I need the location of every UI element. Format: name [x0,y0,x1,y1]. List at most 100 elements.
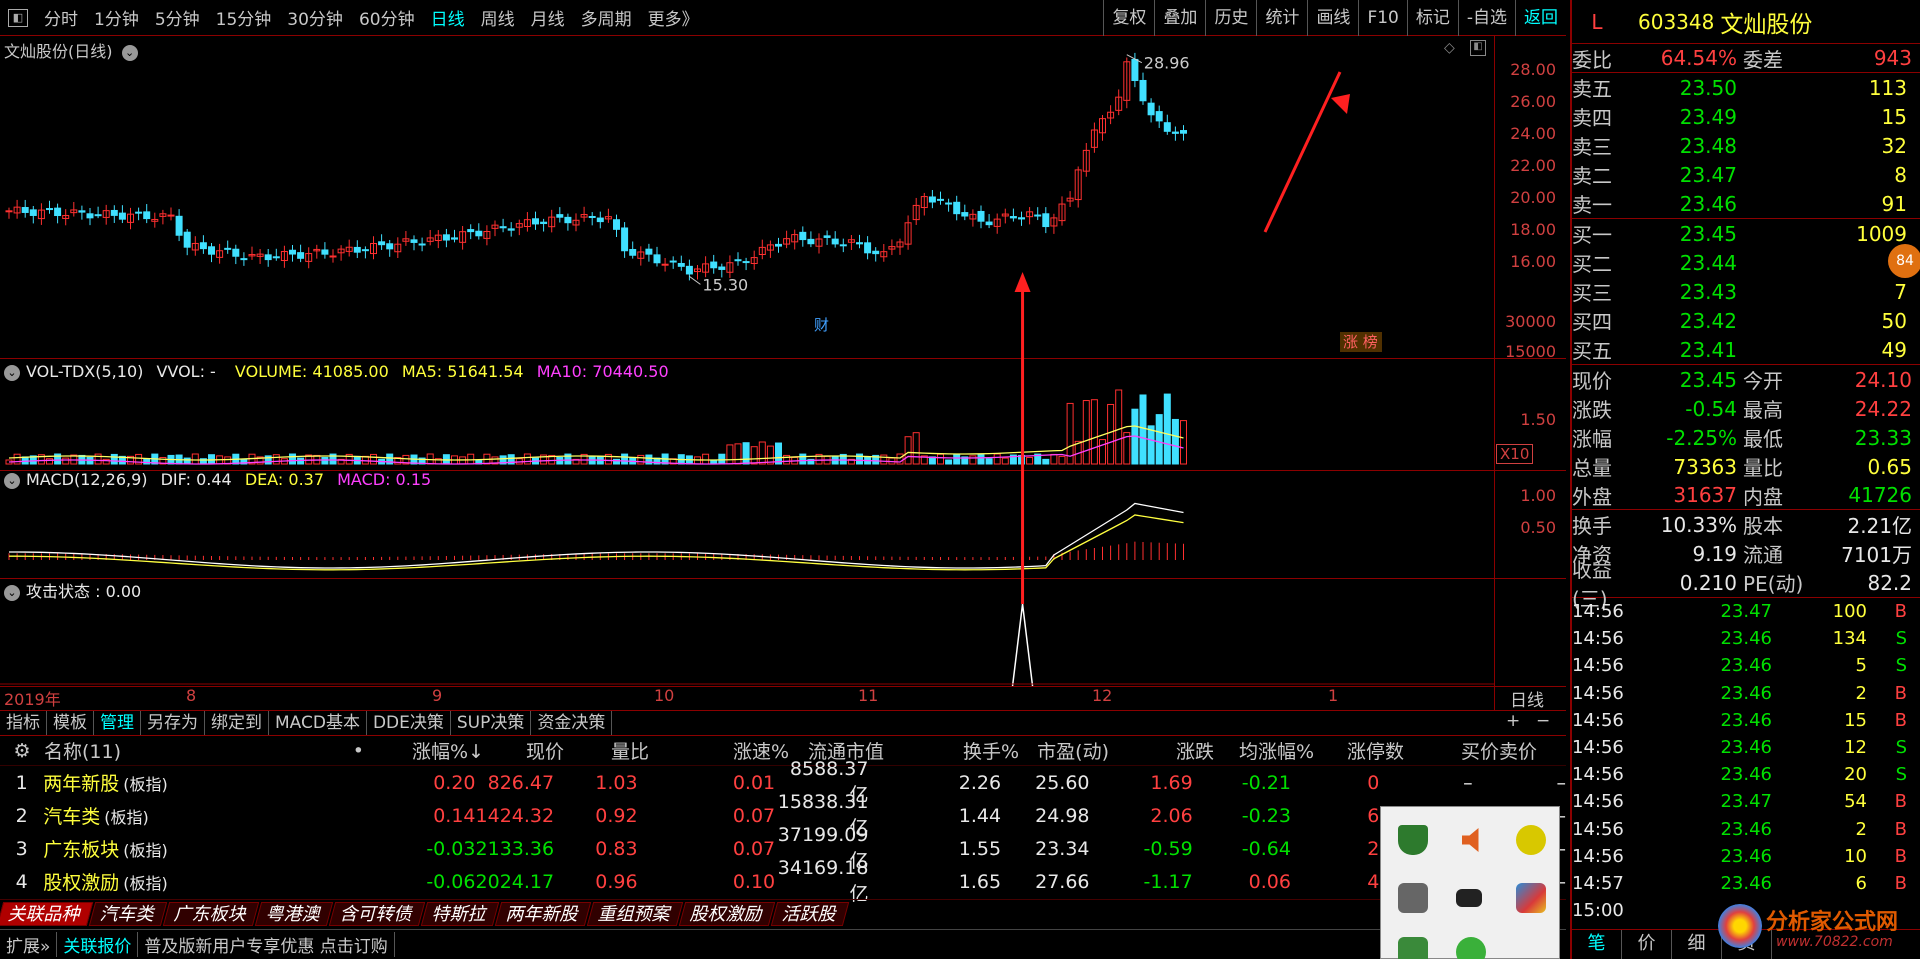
macd-name: MACD(12,26,9) [26,470,148,489]
settings-gear-icon[interactable]: ⚙ [0,740,44,762]
tick-row: 14:56 23.46 20 S [1572,761,1920,788]
period-3[interactable]: 15分钟 [208,5,280,30]
plus-button[interactable]: + [1506,711,1520,731]
column-header[interactable]: 量比 [564,737,649,764]
volume-bar [272,454,280,465]
cell-zt: 0 [1367,771,1380,794]
quote-level: 买二 23.441 [1572,248,1920,277]
indicator-tab-1[interactable]: 模板 [47,711,94,735]
volume-bar [1090,399,1098,465]
block-tab-8[interactable]: 股权激励 [678,901,776,926]
ma5-label: MA5: 51641.54 [401,362,524,381]
tool-button-1[interactable]: 叠加 [1154,0,1205,36]
candle-body [1163,122,1171,132]
stat-row: 涨幅 -2.25% 最低 23.33 [1572,423,1920,452]
indicator-tab-4[interactable]: 绑定到 [205,711,269,735]
column-header[interactable]: 现价 [484,737,564,764]
shield-icon[interactable] [1398,825,1428,855]
block-tab-9[interactable]: 活跃股 [770,901,850,926]
column-header[interactable]: 均涨幅% [1214,737,1314,764]
table-row[interactable]: 4 股权激励 (板指) -0.06 2024.17 0.96 0.10 34169.18亿 1.… [0,857,1566,905]
volume-label: VOLUME: 41085.00 [234,362,389,381]
chevron-down-icon[interactable]: ⌄ [4,584,20,601]
column-header[interactable]: 市盈(动) [1019,737,1109,764]
column-header[interactable]: 涨幅%↓ [364,737,484,764]
column-header[interactable]: 卖价 [1499,737,1537,764]
candle-body [718,266,726,270]
volume-bar [1155,414,1163,465]
tool-button-3[interactable]: 统计 [1256,0,1307,36]
indicator-tab-8[interactable]: 资金决策 [531,711,613,735]
block-tab-4[interactable]: 含可转债 [328,901,426,926]
block-tab-6[interactable]: 两年新股 [494,901,592,926]
period-0[interactable]: 分时 [36,5,86,30]
period-6[interactable]: 日线 [423,5,473,30]
period-2[interactable]: 5分钟 [147,5,208,30]
block-tab-1[interactable]: 汽车类 [88,901,168,926]
block-tab-7[interactable]: 重组预案 [586,901,684,926]
tick-direction: S [1895,628,1907,650]
status-item-0[interactable]: 扩展» [0,932,58,957]
volume-bar [1050,453,1058,465]
indicator-tab-6[interactable]: DDE决策 [367,711,451,735]
period-9[interactable]: 多周期 [573,5,640,30]
float-badge[interactable]: 84 [1888,244,1920,278]
indicator-tab-0[interactable]: 指标 [0,711,47,735]
quote-level: 买五 23.41 49 [1572,335,1920,364]
column-header[interactable]: 涨速% [649,737,789,764]
minus-button[interactable]: − [1536,711,1550,731]
quote-tab-0[interactable]: 笔 [1572,930,1622,959]
indicator-tab-3[interactable]: 另存为 [141,711,205,735]
tool-button-2[interactable]: 历史 [1205,0,1256,36]
chat-icon[interactable] [1456,937,1486,959]
column-header[interactable]: 换手% [884,737,1019,764]
block-tab-0[interactable]: 关联品种 [0,901,94,926]
status-item-1[interactable]: 关联报价 [57,932,139,957]
tool-button-8[interactable]: 返回 [1515,0,1566,36]
tool-button-0[interactable]: 复权 [1103,0,1154,36]
tool-button-5[interactable]: F10 [1358,0,1406,36]
speaker-icon[interactable] [1462,828,1479,852]
period-5[interactable]: 60分钟 [351,5,423,30]
quote-tab-2[interactable]: 细 [1672,930,1722,959]
level-price: 23.45 [1679,221,1737,246]
status-item-2[interactable]: 普及版新用户专享优惠 点击订购 [138,932,395,957]
column-header[interactable]: 涨跌 [1109,737,1214,764]
row-tag: (板指) [123,841,168,860]
chevron-down-icon[interactable]: ⌄ [4,472,20,489]
tool-button-6[interactable]: 标记 [1406,0,1458,36]
indicator-tab-2[interactable]: 管理 [94,711,141,735]
candle-body [378,241,386,246]
chevron-down-icon[interactable]: ⌄ [4,364,20,381]
stat-key: 股本 [1743,514,1783,538]
block-tab-5[interactable]: 特斯拉 [420,901,500,926]
period-10[interactable]: 更多》 [640,5,707,30]
candle-body [621,227,629,252]
block-tab-2[interactable]: 广东板块 [162,901,260,926]
menu-icon[interactable]: ◧ [8,8,28,27]
indicator-tab-7[interactable]: SUP决策 [451,711,532,735]
period-7[interactable]: 周线 [473,5,523,30]
quote-tab-1[interactable]: 价 [1622,930,1672,959]
display-icon[interactable] [1398,883,1428,913]
tool-button-7[interactable]: -自选 [1457,0,1515,36]
block-tab-3[interactable]: 粤港澳 [254,901,334,926]
indicator-tab-5[interactable]: MACD基本 [269,711,367,735]
period-4[interactable]: 30分钟 [279,5,351,30]
volume-bar [523,453,531,465]
tool-button-4[interactable]: 画线 [1307,0,1358,36]
wechat-icon[interactable] [1398,937,1428,959]
candle-body [937,198,944,201]
volume-bar [94,453,102,465]
x-tick: 8 [186,686,197,705]
add-icon[interactable] [1516,825,1546,855]
period-1[interactable]: 1分钟 [86,5,147,30]
column-header[interactable]: • [274,740,364,762]
column-header[interactable]: 买价 [1404,737,1499,764]
period-8[interactable]: 月线 [523,5,573,30]
row-tag: (板指) [123,874,168,893]
app-icon[interactable] [1516,883,1546,913]
screen-icon[interactable] [1456,889,1482,907]
column-header[interactable]: 涨停数 [1314,737,1404,764]
column-header[interactable]: 名称(11) [44,737,274,764]
